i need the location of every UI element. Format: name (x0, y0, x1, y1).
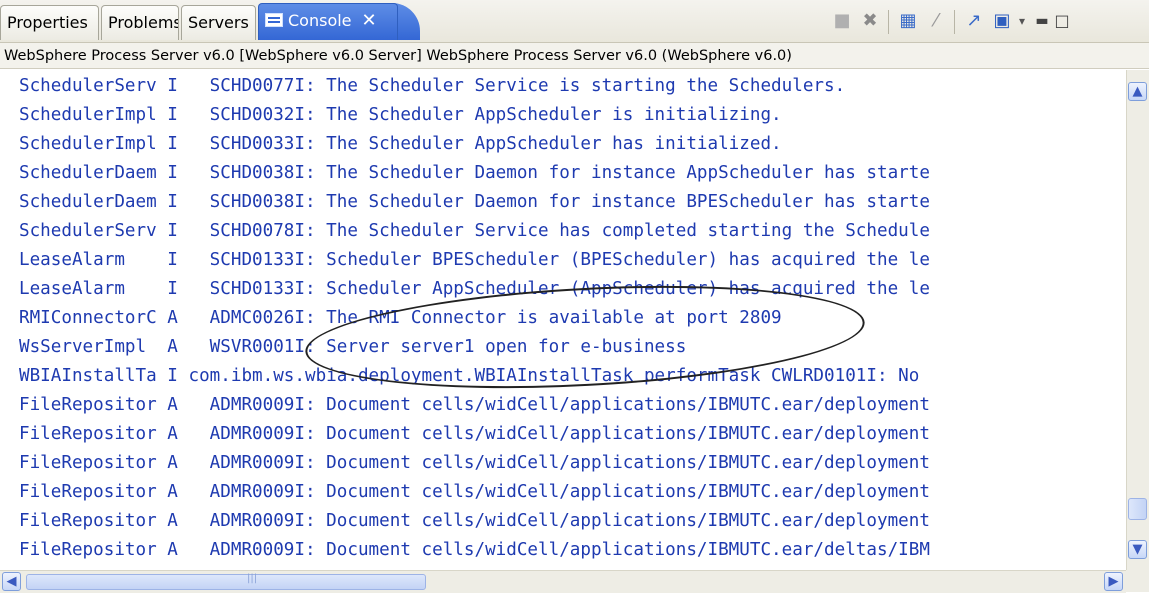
console-line: SchedulerDaem I SCHD0038I: The Scheduler… (19, 163, 930, 183)
console-line: SchedulerServ I SCHD0078I: The Scheduler… (19, 221, 930, 241)
tab-label: Properties (7, 13, 88, 32)
console-toolbar: ■ ✖ ▦ ⁄ ↗ ▣ ▾ ▬ □ (830, 8, 1149, 36)
scrollbar-corner (1126, 570, 1149, 592)
minimize-icon[interactable]: ▬ (1032, 8, 1052, 34)
tab-problems[interactable]: Problems (101, 5, 179, 40)
remove-launches-icon[interactable]: ✖ (858, 8, 882, 34)
console-output[interactable]: SchedulerServ I SCHD0077I: The Scheduler… (0, 70, 1126, 570)
tab-label: Servers (188, 13, 249, 32)
console-line: SchedulerDaem I SCHD0038I: The Scheduler… (19, 192, 930, 212)
console-line: FileRepositor A ADMR0009I: Document cell… (19, 453, 930, 473)
toolbar-separator (954, 10, 955, 34)
scroll-right-icon[interactable]: ▶ (1104, 572, 1123, 591)
terminate-icon[interactable]: ■ (830, 8, 854, 34)
console-line: FileRepositor A ADMR0009I: Document cell… (19, 482, 930, 502)
console-line: SchedulerImpl I SCHD0033I: The Scheduler… (19, 134, 782, 154)
scroll-lock-icon[interactable]: ▦ (896, 8, 920, 34)
console-line: WsServerImpl A WSVR0001I: Server server1… (19, 337, 687, 357)
close-icon[interactable]: ✕ (362, 10, 377, 31)
tab-label: Problems (108, 13, 179, 32)
console-line: LeaseAlarm I SCHD0133I: Scheduler AppSch… (19, 279, 930, 299)
view-menu-icon[interactable]: ▾ (1014, 8, 1030, 34)
console-line: FileRepositor A ADMR0009I: Document cell… (19, 511, 930, 531)
console-line: WBIAInstallTa I com.ibm.ws.wbia.deployme… (19, 366, 920, 386)
horizontal-scroll-thumb[interactable] (26, 573, 426, 590)
console-line: FileRepositor A ADMR0009I: Document cell… (19, 395, 930, 415)
view-tab-bar: Properties Problems Servers Console ✕ ■ ✖… (0, 0, 1149, 43)
tab-properties[interactable]: Properties (0, 5, 99, 40)
console-line: FileRepositor A ADMR0009I: Document cell… (19, 424, 930, 444)
vertical-scroll-thumb[interactable] (1128, 498, 1147, 520)
maximize-icon[interactable]: □ (1052, 8, 1072, 34)
scroll-left-icon[interactable]: ◀ (2, 572, 21, 591)
tab-servers[interactable]: Servers (181, 5, 256, 40)
tab-label: Console (288, 11, 352, 30)
pin-console-icon[interactable]: ↗ (962, 8, 986, 34)
clear-console-icon[interactable]: ⁄ (924, 8, 948, 34)
vertical-scrollbar[interactable]: ▲ ▼ (1126, 70, 1149, 570)
console-line: SchedulerServ I SCHD0077I: The Scheduler… (19, 76, 846, 96)
scroll-up-icon[interactable]: ▲ (1128, 82, 1147, 101)
display-console-icon[interactable]: ▣ (990, 8, 1014, 34)
console-line: LeaseAlarm I SCHD0133I: Scheduler BPESch… (19, 250, 930, 270)
toolbar-separator (888, 10, 889, 34)
console-line: FileRepositor A ADMR0009I: Document cell… (19, 540, 930, 560)
console-icon (265, 13, 283, 27)
console-title: WebSphere Process Server v6.0 [WebSphere… (0, 43, 1149, 69)
tab-console[interactable]: Console ✕ (258, 3, 398, 40)
console-line: RMIConnectorC A ADMC0026I: The RMI Conne… (19, 308, 782, 328)
scroll-down-icon[interactable]: ▼ (1128, 540, 1147, 559)
console-line: SchedulerImpl I SCHD0032I: The Scheduler… (19, 105, 782, 125)
